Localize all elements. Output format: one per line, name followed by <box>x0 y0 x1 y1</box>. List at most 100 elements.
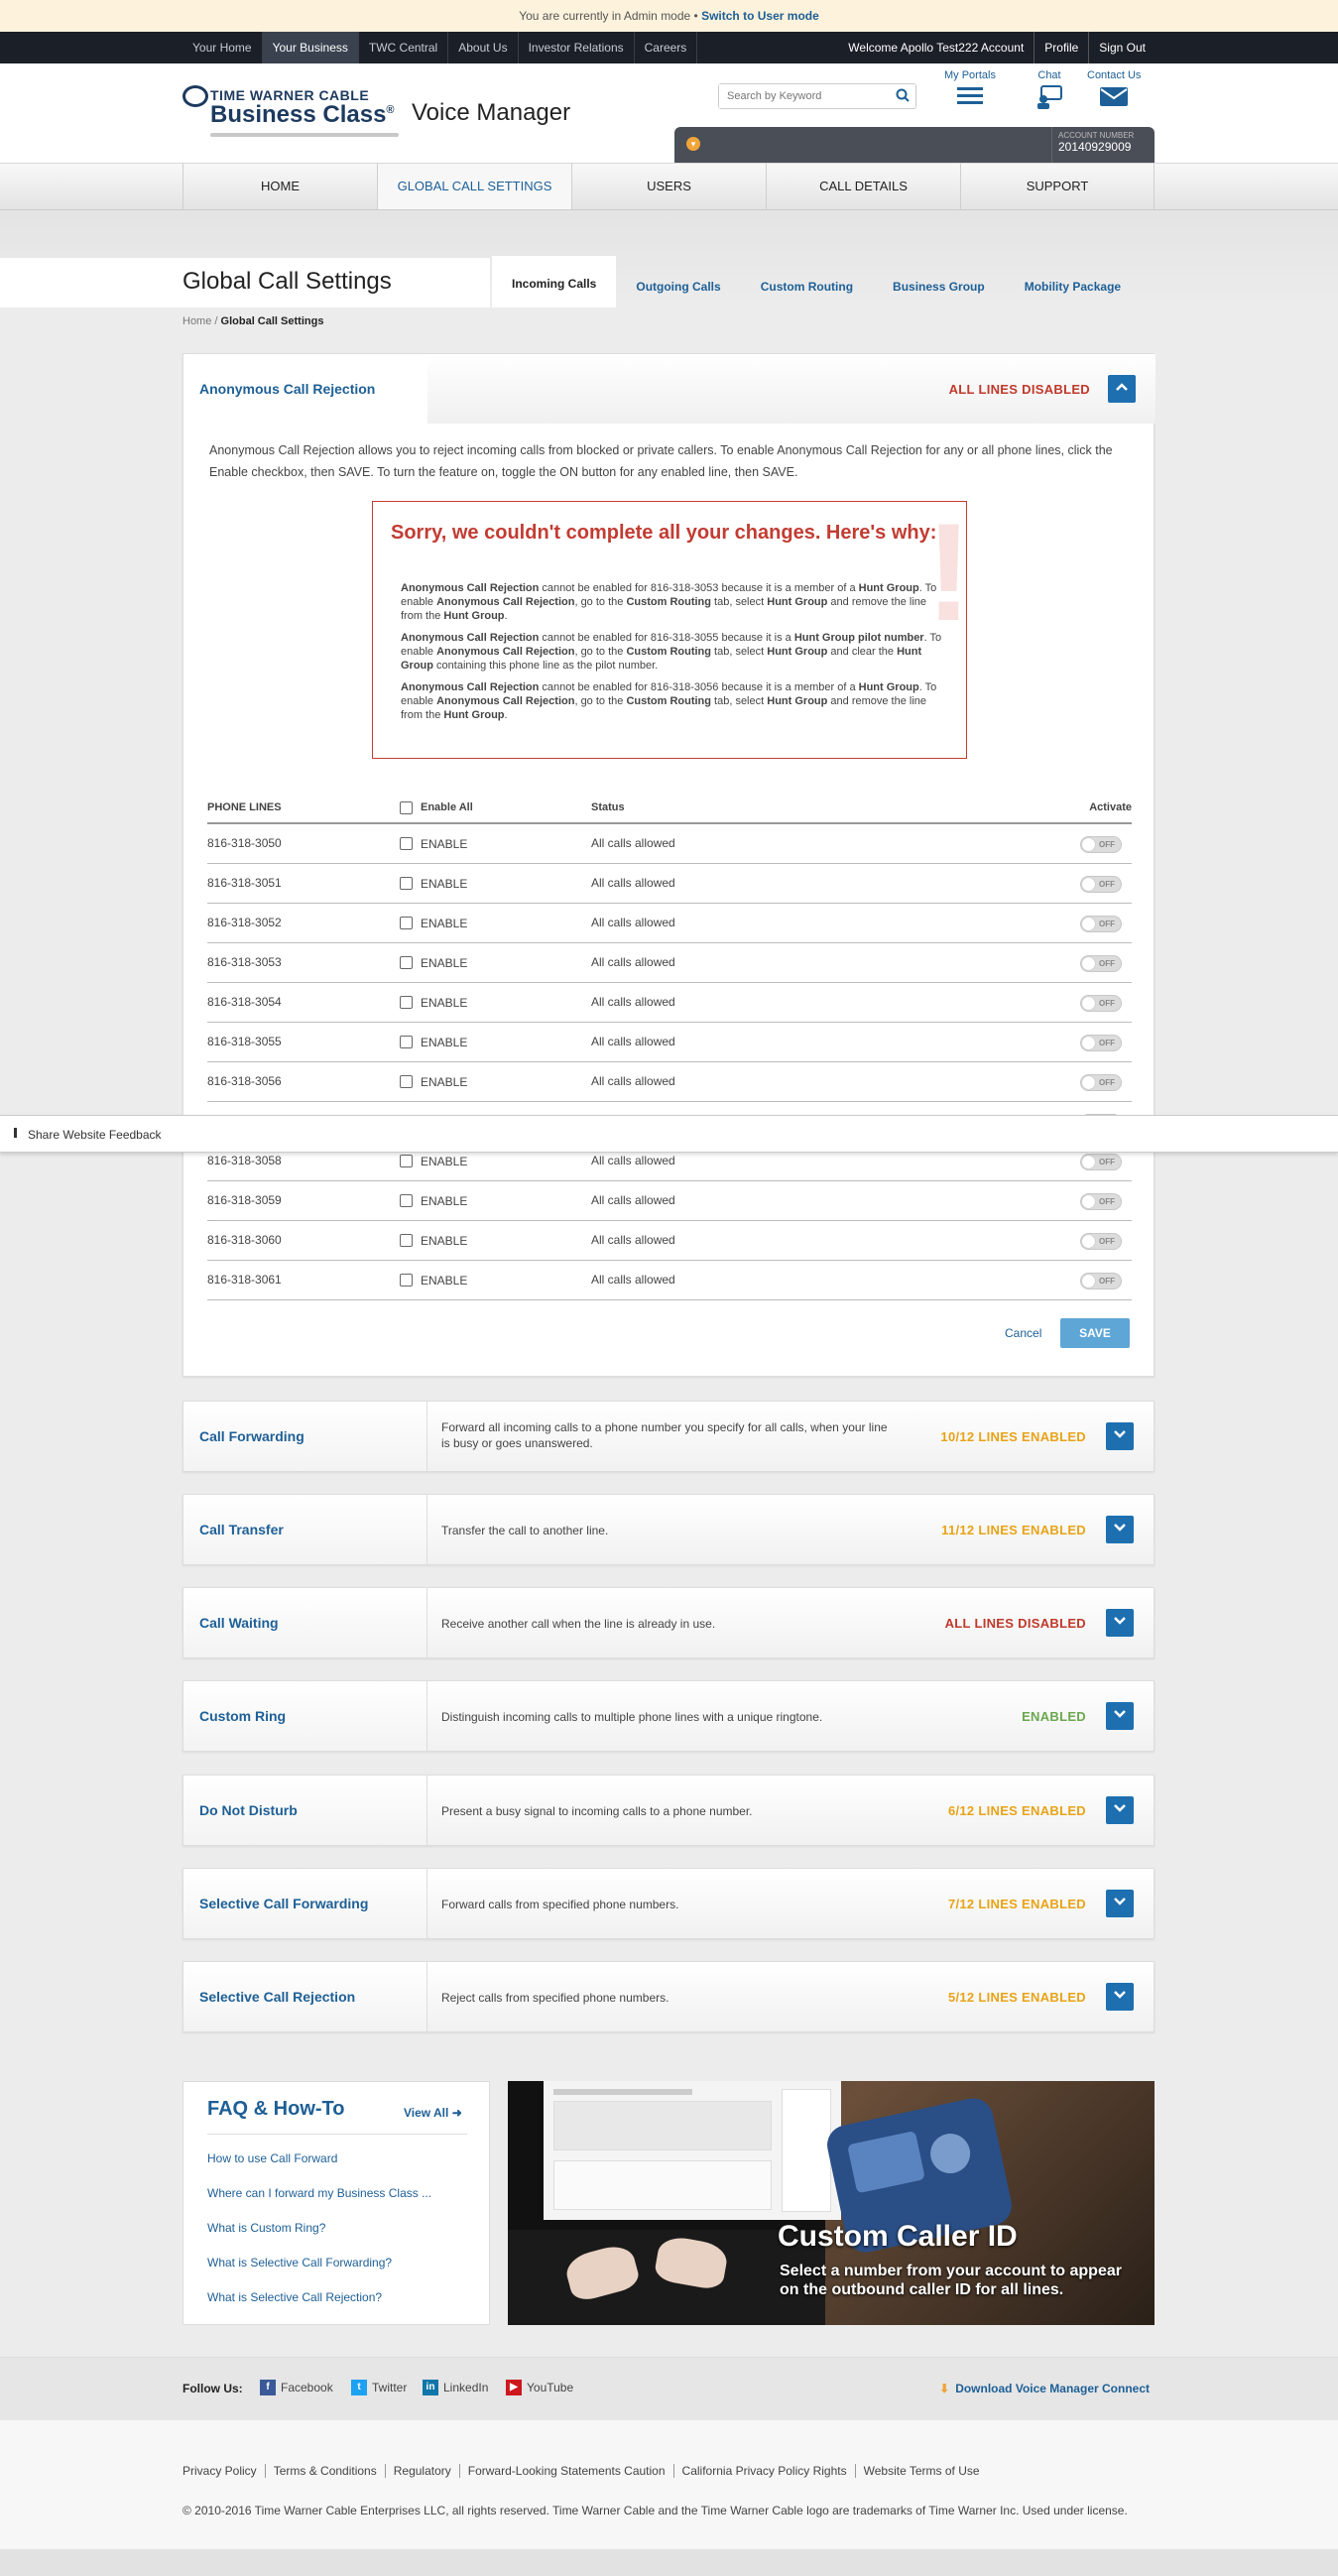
social-link-facebook[interactable]: f Facebook <box>260 2380 333 2395</box>
subtab[interactable]: Incoming Calls <box>492 256 617 307</box>
enable-checkbox[interactable] <box>400 837 413 850</box>
download-connect-link[interactable]: ⬇ Download Voice Manager Connect <box>939 2382 1150 2395</box>
main-nav-item[interactable]: GLOBAL CALL SETTINGS <box>377 164 571 209</box>
my-portals-button[interactable]: My Portals <box>944 69 996 107</box>
feature-expand-button[interactable] <box>1106 1983 1134 2011</box>
enable-control[interactable]: ENABLE <box>400 1221 467 1260</box>
feature-title[interactable]: Selective Call Rejection <box>183 1962 427 2031</box>
activate-toggle[interactable]: OFF <box>1080 876 1122 893</box>
feature-expand-button[interactable] <box>1106 1890 1134 1917</box>
acr-title[interactable]: Anonymous Call Rejection <box>183 354 427 424</box>
feature-expand-button[interactable] <box>1106 1609 1134 1637</box>
acr-collapse-button[interactable] <box>1108 375 1136 403</box>
feature-description: Forward calls from specified phone numbe… <box>441 1898 679 1911</box>
enable-checkbox[interactable] <box>400 1194 413 1207</box>
top-nav-link[interactable]: Investor Relations <box>519 32 635 63</box>
footer-link[interactable]: Privacy Policy <box>182 2464 266 2478</box>
feedback-bar[interactable]: Share Website Feedback <box>0 1115 1338 1153</box>
faq-question-link[interactable]: Where can I forward my Business Class ..… <box>207 2186 431 2200</box>
enable-checkbox[interactable] <box>400 1234 413 1247</box>
social-link-linkedin[interactable]: in LinkedIn <box>423 2380 488 2395</box>
footer-link[interactable]: Forward-Looking Statements Caution <box>460 2464 674 2478</box>
feature-title[interactable]: Call Forwarding <box>183 1402 427 1471</box>
feature-title[interactable]: Call Waiting <box>183 1588 427 1657</box>
footer-link[interactable]: Website Terms of Use <box>856 2464 988 2478</box>
account-dropdown-icon[interactable]: ▾ <box>686 137 700 151</box>
enable-control[interactable]: ENABLE <box>400 904 467 942</box>
top-nav-link[interactable]: Your Business <box>262 32 359 63</box>
faq-question-link[interactable]: How to use Call Forward <box>207 2151 337 2165</box>
activate-toggle[interactable]: OFF <box>1080 916 1122 932</box>
search-input[interactable] <box>719 84 878 108</box>
top-nav-link[interactable]: About Us <box>448 32 519 63</box>
faq-question-link[interactable]: What is Selective Call Forwarding? <box>207 2256 392 2269</box>
enable-control[interactable]: ENABLE <box>400 1181 467 1220</box>
main-nav-item[interactable]: CALL DETAILS <box>766 164 960 209</box>
enable-control[interactable]: ENABLE <box>400 1062 467 1101</box>
enable-control[interactable]: ENABLE <box>400 983 467 1022</box>
faq-question-link[interactable]: What is Custom Ring? <box>207 2221 325 2235</box>
main-nav-item[interactable]: SUPPORT <box>960 164 1155 209</box>
activate-toggle[interactable]: OFF <box>1080 836 1122 853</box>
feature-title[interactable]: Call Transfer <box>183 1495 427 1564</box>
enable-all[interactable]: Enable All <box>400 793 473 822</box>
enable-checkbox[interactable] <box>400 1036 413 1048</box>
social-link-twitter[interactable]: t Twitter <box>351 2380 407 2395</box>
footer-link[interactable]: Terms & Conditions <box>266 2464 386 2478</box>
breadcrumb-home[interactable]: Home <box>182 315 211 327</box>
phone-line-number: 816-318-3051 <box>207 876 282 890</box>
activate-toggle[interactable]: OFF <box>1080 995 1122 1012</box>
feature-expand-button[interactable] <box>1106 1796 1134 1824</box>
subtab[interactable]: Custom Routing <box>741 262 873 307</box>
main-nav-item[interactable]: HOME <box>182 164 377 209</box>
enable-checkbox[interactable] <box>400 917 413 929</box>
save-button[interactable]: SAVE <box>1060 1318 1130 1348</box>
footer-link[interactable]: Regulatory <box>386 2464 460 2478</box>
feature-title[interactable]: Selective Call Forwarding <box>183 1869 427 1938</box>
top-nav-link[interactable]: Profile <box>1034 32 1090 63</box>
main-nav-item[interactable]: USERS <box>571 164 766 209</box>
feature-title[interactable]: Custom Ring <box>183 1681 427 1751</box>
enable-control[interactable]: ENABLE <box>400 1261 467 1299</box>
enable-checkbox[interactable] <box>400 1274 413 1287</box>
subtab[interactable]: Mobility Package <box>1005 262 1141 307</box>
enable-checkbox[interactable] <box>400 1155 413 1167</box>
enable-all-checkbox[interactable] <box>400 800 413 814</box>
enable-control[interactable]: ENABLE <box>400 824 467 863</box>
activate-toggle[interactable]: OFF <box>1080 955 1122 972</box>
faq-question-link[interactable]: What is Selective Call Rejection? <box>207 2290 382 2304</box>
enable-checkbox[interactable] <box>400 996 413 1009</box>
contact-us-button[interactable]: Contact Us <box>1087 69 1141 107</box>
top-nav-link[interactable]: Careers <box>635 32 698 63</box>
top-nav-link[interactable]: Your Home <box>182 32 263 63</box>
feature-expand-button[interactable] <box>1106 1422 1134 1450</box>
feature-expand-button[interactable] <box>1106 1702 1134 1730</box>
enable-control[interactable]: ENABLE <box>400 864 467 903</box>
top-nav-link[interactable]: TWC Central <box>359 32 449 63</box>
activate-toggle[interactable]: OFF <box>1080 1035 1122 1051</box>
chat-button[interactable]: Chat <box>1035 69 1063 109</box>
enable-control[interactable]: ENABLE <box>400 943 467 982</box>
subtab[interactable]: Outgoing Calls <box>616 262 740 307</box>
cancel-button[interactable]: Cancel <box>1005 1326 1041 1340</box>
social-link-youtube[interactable]: ▶ YouTube <box>506 2380 573 2395</box>
activate-toggle[interactable]: OFF <box>1080 1074 1122 1091</box>
enable-control[interactable]: ENABLE <box>400 1023 467 1061</box>
footer-link[interactable]: California Privacy Policy Rights <box>674 2464 856 2478</box>
activate-toggle[interactable]: OFF <box>1080 1154 1122 1170</box>
top-nav-link[interactable]: Sign Out <box>1089 32 1156 63</box>
activate-toggle[interactable]: OFF <box>1080 1193 1122 1210</box>
brand-logo[interactable]: TIME WARNER CABLE Business Class® Voice … <box>182 85 579 145</box>
search-icon[interactable] <box>896 88 910 102</box>
feature-title[interactable]: Do Not Disturb <box>183 1776 427 1845</box>
feature-expand-button[interactable] <box>1106 1516 1134 1543</box>
switch-user-mode-link[interactable]: Switch to User mode <box>701 9 819 23</box>
activate-toggle[interactable]: OFF <box>1080 1273 1122 1289</box>
view-all-link[interactable]: View All ➜ <box>404 2106 462 2120</box>
subtab[interactable]: Business Group <box>873 262 1005 307</box>
activate-toggle[interactable]: OFF <box>1080 1233 1122 1250</box>
enable-checkbox[interactable] <box>400 956 413 969</box>
enable-checkbox[interactable] <box>400 877 413 890</box>
enable-checkbox[interactable] <box>400 1075 413 1088</box>
promo-banner[interactable]: Custom Caller ID Select a number from yo… <box>508 2081 1155 2325</box>
